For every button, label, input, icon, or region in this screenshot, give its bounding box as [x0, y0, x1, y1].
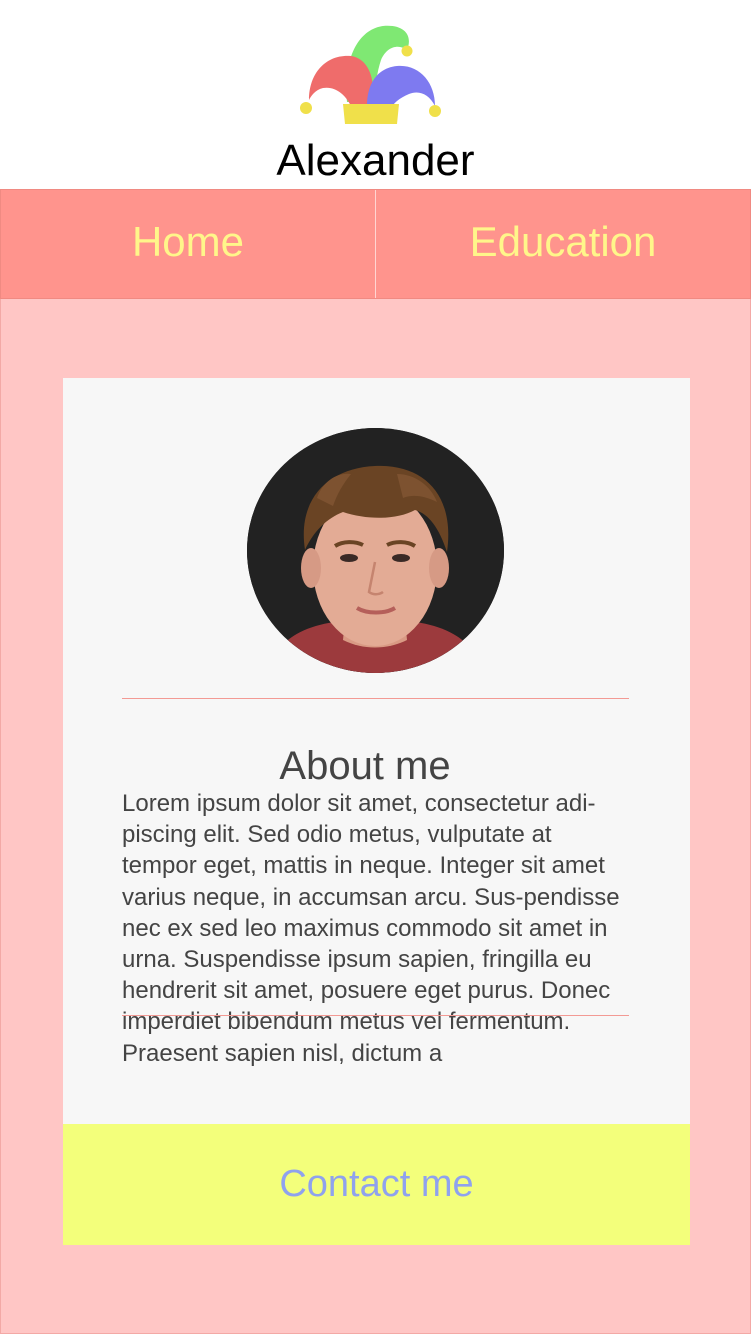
divider-bottom — [122, 1015, 629, 1016]
about-text: Lorem ipsum dolor sit amet, consectetur … — [122, 790, 620, 1067]
nav-item-education[interactable]: Education — [375, 190, 750, 298]
nav-item-home[interactable]: Home — [1, 190, 375, 298]
site-header: Alexander — [0, 0, 751, 189]
profile-photo — [247, 428, 504, 673]
main-nav: Home Education — [0, 189, 751, 299]
profile-card: About me Lorem ipsum dolor sit amet, con… — [63, 378, 690, 1245]
about-title: About me — [279, 744, 451, 788]
contact-me-button[interactable]: Contact me — [63, 1124, 690, 1245]
jester-hat-icon — [300, 25, 441, 124]
site-name: Alexander — [276, 136, 475, 185]
divider-top — [122, 698, 629, 699]
